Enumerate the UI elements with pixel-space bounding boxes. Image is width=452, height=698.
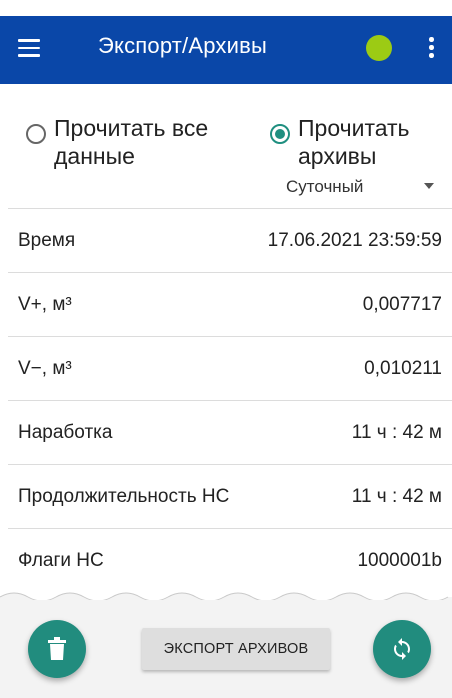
list-item: V−, м³ 0,010211 bbox=[8, 336, 452, 400]
sync-button[interactable] bbox=[373, 620, 431, 678]
radio-checked-icon bbox=[270, 124, 290, 144]
bottom-action-bar: ЭКСПОРТ АРХИВОВ bbox=[0, 600, 452, 698]
read-archives-label: Прочитать архивы bbox=[298, 115, 410, 169]
sync-icon bbox=[394, 638, 410, 660]
row-label: Флаги НС bbox=[18, 549, 104, 571]
row-value: 11 ч : 42 м bbox=[351, 421, 442, 443]
row-label: V−, м³ bbox=[18, 357, 72, 379]
row-value: 0,007717 bbox=[362, 293, 442, 315]
trash-icon bbox=[48, 637, 66, 660]
row-value: 17.06.2021 23:59:59 bbox=[267, 229, 442, 251]
row-label: Продолжительность НС bbox=[18, 485, 230, 507]
row-value: 0,010211 bbox=[364, 357, 442, 379]
export-archives-button[interactable]: ЭКСПОРТ АРХИВОВ bbox=[142, 628, 330, 670]
list-item: V+, м³ 0,007717 bbox=[8, 272, 452, 336]
read-mode-group: Прочитать все данные Прочитать архивы Су… bbox=[8, 84, 452, 210]
radio-unchecked-icon bbox=[26, 124, 46, 144]
connection-status-indicator[interactable] bbox=[366, 35, 392, 61]
page-title: Экспорт/Архивы bbox=[98, 33, 268, 58]
archive-type-value: Суточный bbox=[286, 177, 364, 196]
row-value: 11 ч : 42 м bbox=[351, 485, 442, 507]
row-label: Наработка bbox=[18, 421, 113, 443]
list-item: Время 17.06.2021 23:59:59 bbox=[8, 208, 452, 272]
row-label: V+, м³ bbox=[18, 293, 72, 315]
list-item: Продолжительность НС 11 ч : 42 м bbox=[8, 464, 452, 528]
row-value: 1000001b bbox=[357, 549, 442, 571]
read-all-radio[interactable]: Прочитать все данные bbox=[26, 114, 239, 170]
list-item: Наработка 11 ч : 42 м bbox=[8, 400, 452, 464]
read-all-label: Прочитать все данные bbox=[54, 115, 209, 169]
row-label: Время bbox=[18, 229, 76, 251]
more-vert-icon[interactable] bbox=[426, 35, 436, 61]
archive-values-list: Время 17.06.2021 23:59:59 V+, м³ 0,00771… bbox=[8, 208, 452, 592]
hamburger-menu-icon[interactable] bbox=[18, 39, 40, 57]
app-bar: Экспорт/Архивы bbox=[0, 16, 452, 84]
read-archives-radio[interactable]: Прочитать архивы bbox=[270, 114, 448, 170]
archive-type-dropdown[interactable]: Суточный bbox=[286, 174, 438, 200]
delete-button[interactable] bbox=[28, 620, 86, 678]
dropdown-arrow-icon bbox=[424, 183, 434, 189]
status-strip bbox=[0, 0, 452, 16]
